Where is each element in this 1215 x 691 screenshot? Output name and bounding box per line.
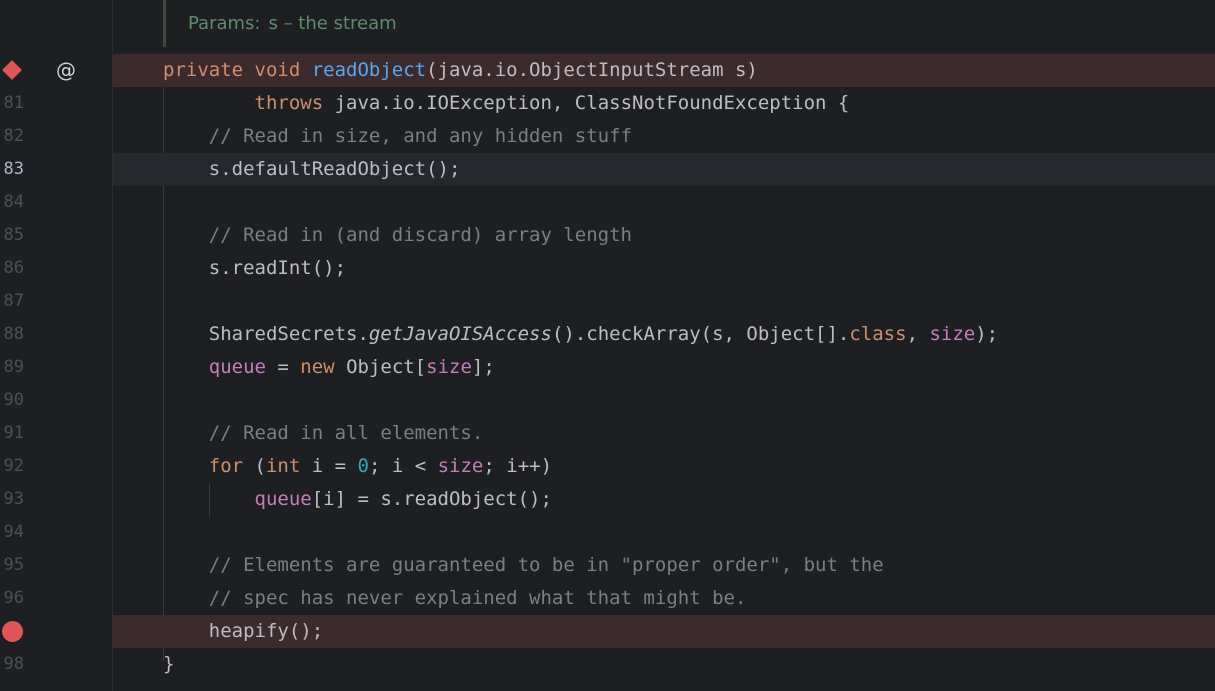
method-breakpoint-icon[interactable]: [2, 60, 22, 80]
code-token: getJavaOISAccess: [368, 323, 552, 345]
code-token: s.defaultReadObject();: [163, 158, 461, 180]
code-token: i =: [311, 455, 358, 477]
code-token: ().checkArray(s, Object[].: [551, 323, 850, 345]
line-number[interactable]: 90: [0, 384, 24, 417]
code-token: class: [849, 323, 907, 345]
code-token: SharedSecrets.: [163, 323, 369, 345]
code-token: ];: [471, 356, 495, 378]
code-token: [i] = s.readObject();: [311, 488, 552, 510]
code-token: // Read in (and discard) array length: [163, 224, 632, 246]
line-number[interactable]: 89: [0, 351, 24, 384]
code-text[interactable]: queue = new Object[size];: [163, 351, 1215, 384]
code-token: size: [929, 323, 976, 345]
code-token: ,: [906, 323, 930, 345]
line-number[interactable]: 94: [0, 516, 24, 549]
code-text[interactable]: private void readObject(java.io.ObjectIn…: [163, 54, 1215, 87]
line-number[interactable]: 87: [0, 285, 24, 318]
line-number[interactable]: 85: [0, 219, 24, 252]
code-line[interactable]: @ private void readObject(java.io.ObjectI…: [0, 54, 1215, 87]
code-token: ; i <: [368, 455, 438, 477]
code-token: // Read in all elements.: [163, 422, 484, 444]
line-number[interactable]: 88: [0, 318, 24, 351]
code-text[interactable]: for (int i = 0; i < size; i++): [163, 450, 1215, 483]
code-text[interactable]: // Read in size, and any hidden stuff: [163, 120, 1215, 153]
code-token: for: [208, 455, 255, 477]
doc-comment-bar: [163, 0, 166, 47]
code-line[interactable]: 88 SharedSecrets.getJavaOISAccess().chec…: [0, 318, 1215, 351]
code-token: ; i++): [483, 455, 553, 477]
code-token: size: [437, 455, 484, 477]
code-token: new: [300, 356, 347, 378]
code-line[interactable]: 87: [0, 285, 1215, 318]
line-number[interactable]: 96: [0, 582, 24, 615]
line-number[interactable]: 91: [0, 417, 24, 450]
code-text[interactable]: }: [163, 648, 1215, 681]
line-number[interactable]: 86: [0, 252, 24, 285]
code-line[interactable]: 92 for (int i = 0; i < size; i++): [0, 450, 1215, 483]
code-line[interactable]: 84: [0, 186, 1215, 219]
code-text[interactable]: throws java.io.IOException, ClassNotFoun…: [163, 87, 1215, 120]
code-token: // Elements are guaranteed to be in "pro…: [163, 554, 884, 576]
code-token: (java.io.ObjectInputStream s): [426, 59, 758, 81]
doc-comment: Params: s – the stream: [188, 13, 397, 34]
code-token: private void: [163, 59, 312, 81]
code-line[interactable]: 98}: [0, 648, 1215, 681]
code-text[interactable]: heapify();: [163, 615, 1215, 648]
line-number[interactable]: 92: [0, 450, 24, 483]
code-line[interactable]: heapify();: [0, 615, 1215, 648]
code-line[interactable]: 81 throws java.io.IOException, ClassNotF…: [0, 87, 1215, 120]
code-text[interactable]: // Read in (and discard) array length: [163, 219, 1215, 252]
code-line[interactable]: 94: [0, 516, 1215, 549]
code-line[interactable]: 82 // Read in size, and any hidden stuff: [0, 120, 1215, 153]
code-text[interactable]: queue[i] = s.readObject();: [163, 483, 1215, 516]
code-text[interactable]: // Elements are guaranteed to be in "pro…: [163, 549, 1215, 582]
code-token: );: [975, 323, 999, 345]
line-number[interactable]: 95: [0, 549, 24, 582]
code-line[interactable]: 83 s.defaultReadObject();: [0, 153, 1215, 186]
code-line[interactable]: 93 queue[i] = s.readObject();: [0, 483, 1215, 516]
code-token: 0: [357, 455, 369, 477]
code-line[interactable]: 95 // Elements are guaranteed to be in "…: [0, 549, 1215, 582]
doc-params-label: Params:: [188, 13, 261, 34]
code-line[interactable]: 90: [0, 384, 1215, 417]
code-token: Object[: [346, 356, 427, 378]
code-token: queue: [254, 488, 312, 510]
line-number[interactable]: 98: [0, 648, 24, 681]
code-token: }: [163, 653, 175, 675]
code-line[interactable]: 86 s.readInt();: [0, 252, 1215, 285]
code-token: =: [265, 356, 301, 378]
code-line[interactable]: 85 // Read in (and discard) array length: [0, 219, 1215, 252]
code-text[interactable]: // spec has never explained what that mi…: [163, 582, 1215, 615]
code-token: heapify();: [163, 620, 324, 642]
code-line[interactable]: 89 queue = new Object[size];: [0, 351, 1215, 384]
code-token: readObject: [311, 59, 427, 81]
line-number[interactable]: 82: [0, 120, 24, 153]
line-number[interactable]: 81: [0, 87, 24, 120]
code-token: throws: [163, 92, 335, 114]
code-line[interactable]: 91 // Read in all elements.: [0, 417, 1215, 450]
code-token: size: [426, 356, 472, 378]
code-token: // spec has never explained what that mi…: [163, 587, 747, 609]
code-token: // Read in size, and any hidden stuff: [163, 125, 632, 147]
code-text[interactable]: s.readInt();: [163, 252, 1215, 285]
line-number[interactable]: 84: [0, 186, 24, 219]
code-line[interactable]: 96 // spec has never explained what that…: [0, 582, 1215, 615]
code-text[interactable]: s.defaultReadObject();: [163, 153, 1215, 186]
line-number[interactable]: 83: [0, 153, 24, 186]
code-text[interactable]: SharedSecrets.getJavaOISAccess().checkAr…: [163, 318, 1215, 351]
code-token: java.io.IOException, ClassNotFoundExcept…: [334, 92, 850, 114]
line-number[interactable]: 93: [0, 483, 24, 516]
code-token: int: [265, 455, 312, 477]
doc-params-text: s – the stream: [268, 13, 397, 34]
code-editor[interactable]: Params: s – the stream @ private void read…: [0, 0, 1215, 691]
line-breakpoint-icon[interactable]: [2, 621, 23, 642]
code-token: (: [254, 455, 266, 477]
code-token: queue: [208, 356, 266, 378]
code-text[interactable]: // Read in all elements.: [163, 417, 1215, 450]
code-token: s.readInt();: [163, 257, 347, 279]
at-sign-icon[interactable]: @: [56, 54, 76, 87]
